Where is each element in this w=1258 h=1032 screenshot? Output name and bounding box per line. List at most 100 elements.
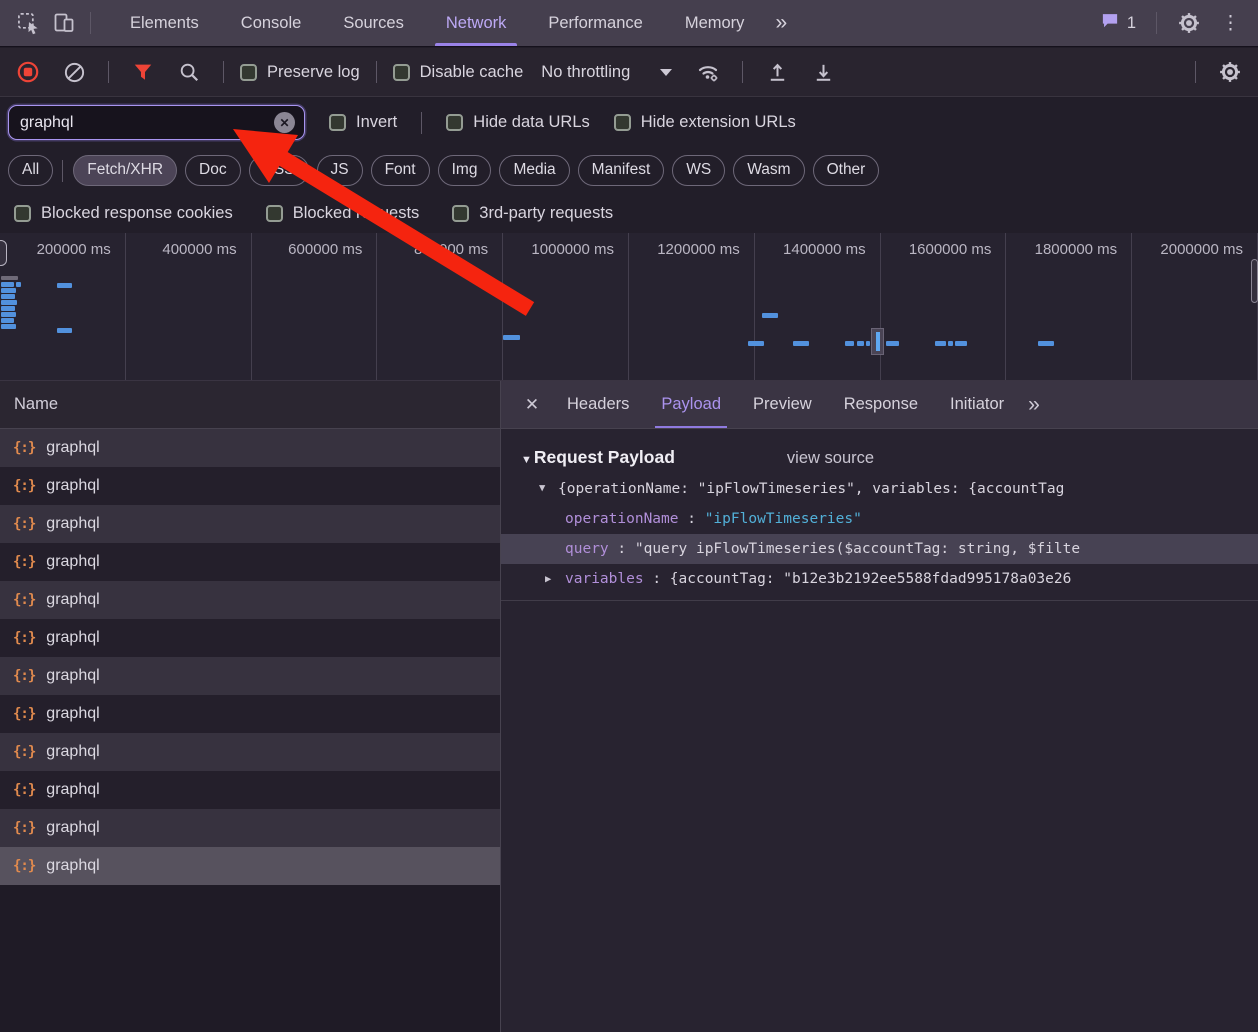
- request-payload-section[interactable]: ▼ Request Payload view source: [501, 437, 1258, 478]
- details-tab-initiator[interactable]: Initiator: [950, 381, 1004, 428]
- clear-filter-icon[interactable]: ✕: [274, 112, 295, 133]
- checkbox[interactable]: [446, 114, 463, 131]
- more-tabs-icon[interactable]: »: [765, 11, 795, 35]
- filter-chip-label: JS: [331, 161, 349, 179]
- filter-funnel-icon[interactable]: [125, 54, 161, 90]
- filter-row: ✕ Invert Hide data URLs Hide extension U…: [0, 98, 1258, 147]
- details-tab-response[interactable]: Response: [844, 381, 918, 428]
- view-source-link[interactable]: view source: [787, 449, 874, 468]
- filter-chip-all[interactable]: All: [8, 155, 53, 186]
- filter-chip-manifest[interactable]: Manifest: [578, 155, 665, 186]
- network-overview[interactable]: 200000 ms400000 ms600000 ms800000 ms1000…: [0, 233, 1258, 381]
- request-row[interactable]: {:} graphql: [0, 733, 500, 771]
- checkbox[interactable]: [393, 64, 410, 81]
- tab-network[interactable]: Network: [425, 0, 528, 46]
- overflow-menu-icon[interactable]: ⋮: [1213, 12, 1248, 35]
- filter-chip-doc[interactable]: Doc: [185, 155, 241, 186]
- request-row[interactable]: {:} graphql: [0, 657, 500, 695]
- collapse-triangle-icon[interactable]: ▼: [521, 454, 532, 466]
- settings-gear-icon[interactable]: [1171, 5, 1207, 41]
- request-row[interactable]: {:} graphql: [0, 543, 500, 581]
- filter-chip-ws[interactable]: WS: [672, 155, 725, 186]
- expand-triangle-icon[interactable]: ▶: [545, 564, 551, 594]
- more-details-tabs-icon[interactable]: »: [1028, 381, 1038, 428]
- request-row[interactable]: {:} graphql: [0, 695, 500, 733]
- request-row[interactable]: {:} graphql: [0, 809, 500, 847]
- export-har-icon[interactable]: [805, 54, 841, 90]
- details-tab-preview[interactable]: Preview: [753, 381, 812, 428]
- payload-summary-row[interactable]: ▼ {operationName: "ipFlowTimeseries", va…: [501, 478, 1258, 504]
- name-column-header[interactable]: Name: [0, 381, 500, 429]
- search-icon[interactable]: [171, 54, 207, 90]
- network-settings-gear-icon[interactable]: [1212, 54, 1248, 90]
- request-row[interactable]: {:} graphql: [0, 581, 500, 619]
- divider: [421, 112, 422, 134]
- invert-label: Invert: [356, 113, 397, 132]
- toggle-blocked-response-cookies[interactable]: Blocked response cookies: [14, 204, 233, 223]
- filter-chip-js[interactable]: JS: [317, 155, 363, 186]
- extra-filter-toggles: Blocked response cookies Blocked request…: [0, 193, 1258, 233]
- device-toolbar-icon[interactable]: [46, 5, 82, 41]
- record-icon[interactable]: [10, 54, 46, 90]
- filter-chip-media[interactable]: Media: [499, 155, 569, 186]
- tab-performance[interactable]: Performance: [527, 0, 663, 46]
- invert-toggle[interactable]: Invert: [329, 113, 397, 132]
- filter-chip-other[interactable]: Other: [813, 155, 880, 186]
- expand-triangle-icon[interactable]: ▼: [539, 482, 545, 494]
- waterfall-bar: [57, 328, 72, 333]
- checkbox[interactable]: [266, 205, 283, 222]
- divider: [376, 61, 377, 83]
- checkbox[interactable]: [614, 114, 631, 131]
- tab-console[interactable]: Console: [220, 0, 323, 46]
- tab-elements[interactable]: Elements: [109, 0, 220, 46]
- payload-row-query[interactable]: query : "query ipFlowTimeseries($account…: [501, 534, 1258, 564]
- overview-right-handle[interactable]: [1251, 259, 1258, 303]
- payload-colon: :: [687, 511, 704, 527]
- toggle-blocked-requests[interactable]: Blocked requests: [266, 204, 420, 223]
- filter-chip-img[interactable]: Img: [438, 155, 492, 186]
- payload-row-operationname[interactable]: operationName : "ipFlowTimeseries": [501, 504, 1258, 534]
- waterfall-bar: [857, 341, 864, 346]
- filter-chip-wasm[interactable]: Wasm: [733, 155, 804, 186]
- clear-icon[interactable]: [56, 54, 92, 90]
- request-name: graphql: [46, 591, 99, 609]
- request-name: graphql: [46, 667, 99, 685]
- throttling-dropdown[interactable]: No throttling: [533, 63, 680, 82]
- request-row[interactable]: {:} graphql: [0, 429, 500, 467]
- overview-left-handle[interactable]: [0, 240, 7, 266]
- request-row[interactable]: {:} graphql: [0, 847, 500, 885]
- filter-chip-css[interactable]: CSS: [249, 155, 309, 186]
- inspect-element-icon[interactable]: [10, 5, 46, 41]
- filter-toggle-label: Blocked requests: [293, 204, 420, 223]
- close-icon[interactable]: ✕: [513, 381, 551, 428]
- filter-chip-fetch-xhr[interactable]: Fetch/XHR: [73, 155, 177, 186]
- request-row[interactable]: {:} graphql: [0, 771, 500, 809]
- request-row[interactable]: {:} graphql: [0, 467, 500, 505]
- request-row[interactable]: {:} graphql: [0, 505, 500, 543]
- payload-row-variables[interactable]: ▶ variables : {accountTag: "b12e3b2192ee…: [501, 564, 1258, 594]
- disable-cache-toggle[interactable]: Disable cache: [393, 63, 524, 82]
- checkbox[interactable]: [329, 114, 346, 131]
- preserve-log-toggle[interactable]: Preserve log: [240, 63, 360, 82]
- checkbox[interactable]: [240, 64, 257, 81]
- request-row[interactable]: {:} graphql: [0, 619, 500, 657]
- filter-chip-label: Img: [452, 161, 478, 179]
- issues-counter[interactable]: 1: [1094, 11, 1142, 35]
- toggle-3rd-party-requests[interactable]: 3rd-party requests: [452, 204, 613, 223]
- hide-data-urls-toggle[interactable]: Hide data URLs: [446, 113, 589, 132]
- checkbox[interactable]: [14, 205, 31, 222]
- filter-chip-font[interactable]: Font: [371, 155, 430, 186]
- tab-sources[interactable]: Sources: [322, 0, 425, 46]
- braces-icon: {:}: [13, 782, 35, 798]
- details-tab-label: Preview: [753, 395, 812, 414]
- details-tab-headers[interactable]: Headers: [567, 381, 629, 428]
- braces-icon: {:}: [13, 478, 35, 494]
- network-conditions-icon[interactable]: [690, 54, 726, 90]
- details-tab-payload[interactable]: Payload: [661, 381, 721, 428]
- overview-selected-bar: [876, 332, 880, 351]
- filter-input[interactable]: [18, 113, 274, 133]
- hide-extension-urls-toggle[interactable]: Hide extension URLs: [614, 113, 796, 132]
- tab-memory[interactable]: Memory: [664, 0, 766, 46]
- import-har-icon[interactable]: [759, 54, 795, 90]
- checkbox[interactable]: [452, 205, 469, 222]
